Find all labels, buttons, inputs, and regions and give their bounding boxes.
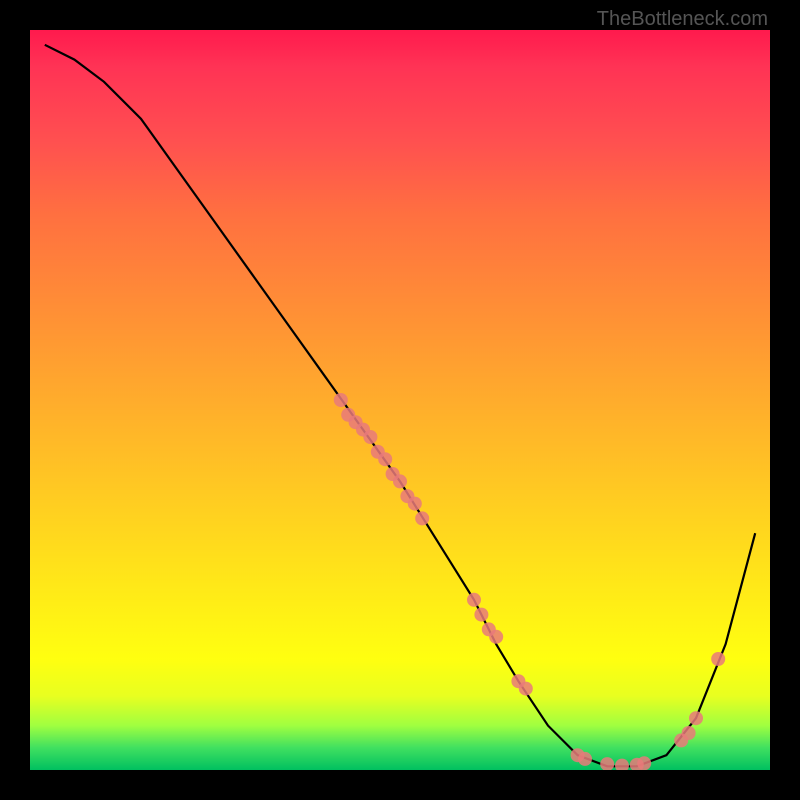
line-series xyxy=(45,45,755,767)
chart-container: TheBottleneck.com xyxy=(0,0,800,800)
scatter-point xyxy=(363,430,377,444)
scatter-point xyxy=(415,511,429,525)
scatter-point xyxy=(334,393,348,407)
scatter-point xyxy=(519,682,533,696)
scatter-point xyxy=(393,474,407,488)
scatter-point xyxy=(578,752,592,766)
curve-line xyxy=(45,45,755,767)
scatter-point xyxy=(682,726,696,740)
scatter-point xyxy=(637,756,651,770)
scatter-point xyxy=(378,452,392,466)
scatter-point xyxy=(408,497,422,511)
scatter-points xyxy=(334,393,725,770)
scatter-point xyxy=(474,608,488,622)
scatter-point xyxy=(711,652,725,666)
chart-svg xyxy=(30,30,770,770)
scatter-point xyxy=(489,630,503,644)
watermark-text: TheBottleneck.com xyxy=(597,8,768,31)
plot-area xyxy=(30,30,770,770)
scatter-point xyxy=(600,757,614,770)
scatter-point xyxy=(689,711,703,725)
scatter-point xyxy=(615,759,629,770)
scatter-point xyxy=(467,593,481,607)
